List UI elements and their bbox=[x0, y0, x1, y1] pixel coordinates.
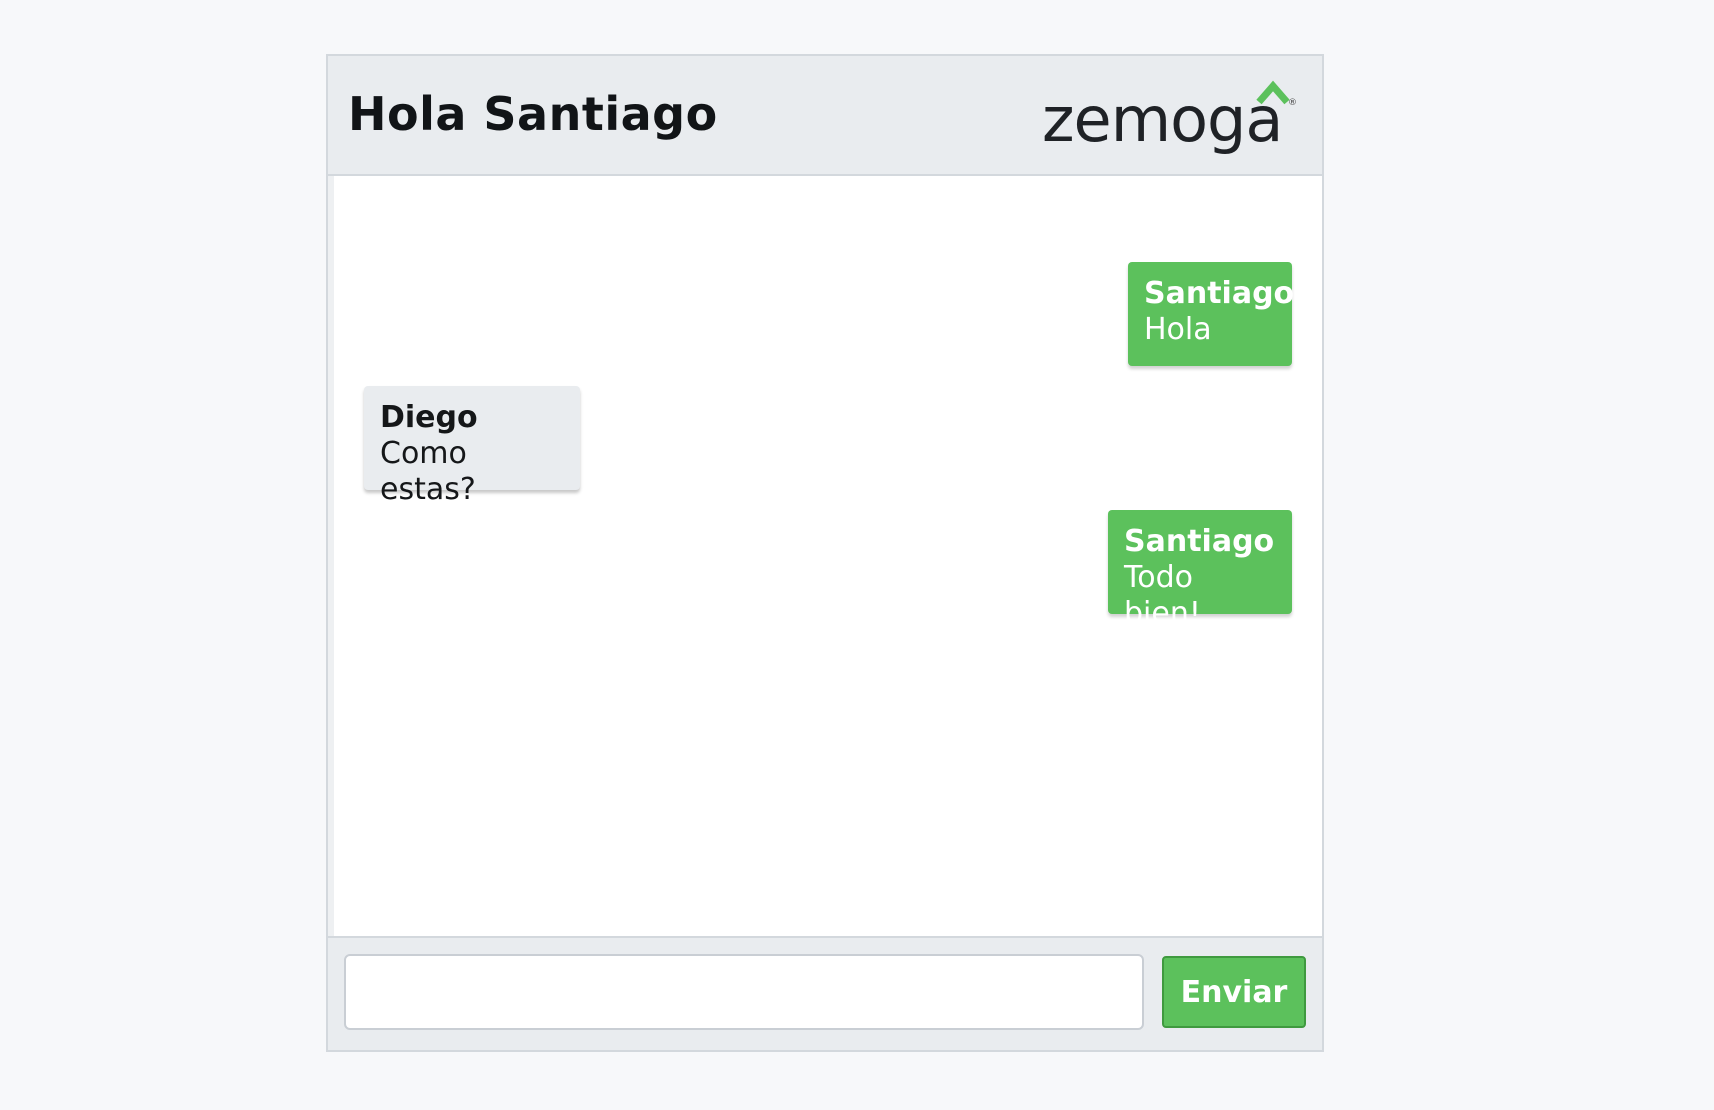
message-bubble-received: Diego Como estas? bbox=[364, 386, 580, 507]
logo-wordmark: zemoga bbox=[1042, 83, 1283, 156]
page-title: Hola Santiago bbox=[348, 87, 718, 141]
message-text: Hola bbox=[1144, 312, 1212, 347]
composer-bar: Enviar bbox=[328, 936, 1322, 1050]
message-list[interactable]: Santiago Hola Diego Como estas? Santiago… bbox=[328, 176, 1322, 936]
message-input[interactable] bbox=[344, 954, 1144, 1030]
chat-header: Hola Santiago zemoga ® bbox=[328, 56, 1322, 176]
message-text: Como estas? bbox=[380, 436, 476, 507]
message-author: Santiago bbox=[1124, 524, 1275, 559]
registered-mark: ® bbox=[1288, 98, 1297, 108]
zemoga-logo: zemoga ® bbox=[1042, 74, 1302, 164]
message-text: Todo bien! bbox=[1124, 560, 1201, 631]
send-button[interactable]: Enviar bbox=[1162, 956, 1306, 1028]
message-author: Santiago bbox=[1144, 276, 1295, 311]
message-bubble-sent: Santiago Todo bien! bbox=[1108, 510, 1292, 631]
message-bubble-sent: Santiago Hola bbox=[1128, 262, 1295, 366]
chat-window: Hola Santiago zemoga ® Santiago Hola Die… bbox=[326, 54, 1324, 1052]
message-author: Diego bbox=[380, 400, 478, 435]
chevron-up-icon bbox=[1256, 80, 1290, 105]
